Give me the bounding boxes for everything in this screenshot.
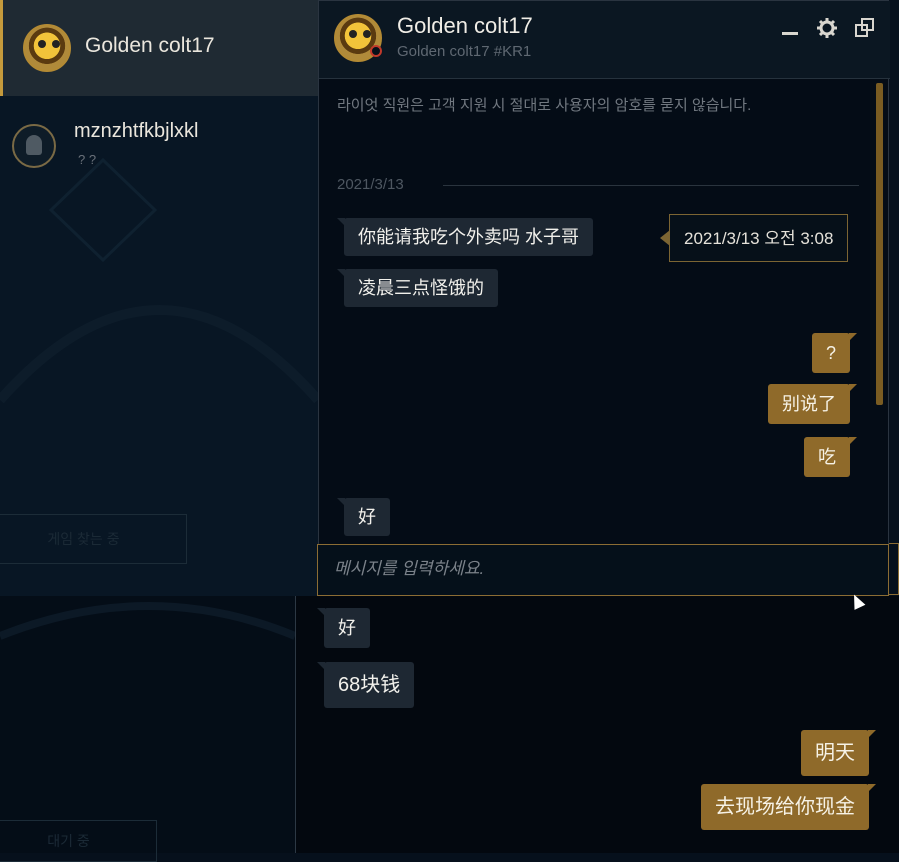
date-divider: 2021/3/13 (337, 176, 404, 193)
avatar (12, 124, 56, 168)
minimize-icon[interactable] (779, 19, 801, 41)
chat-window: Golden colt17 Golden colt17 #KR1 라이엇 직원은… (317, 0, 890, 596)
friend-list-panel: Golden colt17 mznzhtfkbjlxkl ? ? 게임 찾는 중 (0, 0, 319, 596)
chat-header: Golden colt17 Golden colt17 #KR1 (319, 1, 890, 79)
riot-id: Golden colt17 #KR1 (397, 43, 532, 60)
friend-name: Golden colt17 (85, 34, 215, 57)
message-incoming[interactable]: 好 (337, 498, 390, 536)
background-emblem (0, 602, 295, 640)
ghost-status-label: 대기 중 (47, 833, 90, 849)
scrollbar-thumb[interactable] (876, 83, 883, 405)
message-outgoing[interactable]: ? (811, 333, 858, 373)
message-outgoing[interactable]: 吃 (804, 437, 857, 477)
message-outgoing[interactable]: 明天 (801, 730, 876, 776)
ghost-status-button: 게임 찾는 중 (0, 514, 187, 564)
message-incoming[interactable]: 凌晨三点怪饿的 (337, 269, 498, 307)
gear-icon[interactable] (816, 17, 838, 39)
message-incoming[interactable]: 好 (317, 608, 370, 648)
lower-left-panel: 대기 중 (0, 596, 295, 862)
ghost-status-label: 게임 찾는 중 (47, 531, 120, 547)
timestamp-tooltip: 2021/3/13 오전 3:08 (659, 214, 849, 262)
message-outgoing[interactable]: 去现场给你现金 (701, 784, 876, 830)
popout-icon[interactable] (854, 17, 876, 39)
avatar (23, 24, 71, 72)
friend-name: mznzhtfkbjlxkl (74, 120, 199, 142)
friend-item-mznzhtfkbjlxkl[interactable]: mznzhtfkbjlxkl ? ? (0, 100, 318, 180)
message-incoming[interactable]: 你能请我吃个外卖吗 水子哥 (337, 218, 593, 256)
divider-line (443, 185, 859, 186)
chat-title: Golden colt17 (397, 13, 533, 38)
message-outgoing[interactable]: 别说了 (768, 384, 857, 424)
message-incoming[interactable]: 68块钱 (316, 662, 415, 708)
friend-item-golden-colt17[interactable]: Golden colt17 (0, 0, 318, 96)
status-indicator (370, 45, 382, 57)
input-edge (889, 543, 899, 595)
ghost-status-button: 대기 중 (0, 820, 157, 862)
lower-chat-area: 好 68块钱 明天 去现场给你现金 (295, 596, 899, 853)
security-notice: 라이엇 직원은 고객 지원 시 절대로 사용자의 암호를 묻지 않습니다. (337, 97, 752, 114)
friend-status: ? ? (78, 152, 97, 167)
message-input[interactable]: 메시지를 입력하세요. (317, 544, 889, 596)
